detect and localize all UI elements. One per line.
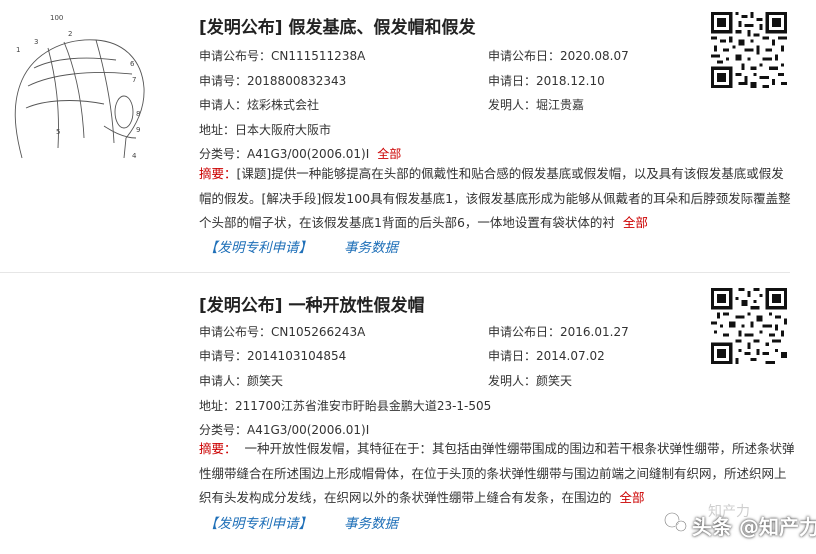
affairs-data-link[interactable]: 事务数据 [344, 240, 398, 256]
abstract: 摘要：[课题]提供一种能够提高在头部的佩戴性和贴合感的假发基底或假发帽，以及具有… [199, 162, 795, 236]
app-no-value: 2018800832343 [247, 74, 347, 88]
app-date-value: 2014.07.02 [536, 349, 605, 363]
record-links: 【发明专利申请】 事务数据 [204, 512, 398, 532]
app-date-label: 申请日： [488, 74, 537, 88]
class-field: 分类号：A41G3/00(2006.01)I 全部 [199, 145, 401, 162]
pub-date-value: 2016.01.27 [560, 325, 629, 339]
figure-label: 4 [132, 152, 137, 160]
record-divider [0, 272, 790, 273]
qr-code-icon [711, 12, 787, 88]
app-no-value: 2014103104854 [247, 349, 347, 363]
address-label: 地址： [199, 123, 236, 137]
class-label: 分类号： [199, 423, 248, 437]
patent-record: 100 1 3 2 6 7 8 9 5 4 [发明公布] 假发基底、假发帽和假发… [0, 0, 816, 272]
figure-label: 1 [16, 46, 20, 54]
address-field: 地址：211700江苏省淮安市盱眙县金鹏大道23-1-505 [199, 397, 491, 414]
abstract-more-link[interactable]: 全部 [623, 215, 648, 230]
inventor-label: 发明人： [488, 98, 537, 112]
abstract-label: 摘要： [199, 166, 237, 181]
app-date-field: 申请日：2014.07.02 [488, 347, 605, 364]
class-field: 分类号：A41G3/00(2006.01)I [199, 421, 369, 438]
abstract: 摘要： 一种开放性假发帽，其特征在于：其包括由弹性绷带围成的围边和若干根条状弹性… [199, 437, 795, 511]
patent-title[interactable]: [发明公布] 假发基底、假发帽和假发 [199, 13, 475, 38]
applicant-label: 申请人： [199, 98, 248, 112]
patent-drawing-head-icon: 100 1 3 2 6 7 8 9 5 4 [14, 14, 145, 160]
app-date-value: 2018.12.10 [536, 74, 605, 88]
watermark-text: 头条 @知产力 [692, 515, 816, 539]
pub-no-value: CN111511238A [271, 49, 366, 63]
app-no-field: 申请号：2014103104854 [199, 347, 346, 364]
inventor-field: 发明人：颜笑天 [488, 372, 572, 389]
pub-no-value: CN105266243A [271, 325, 366, 339]
abstract-text: 一种开放性假发帽，其特征在于：其包括由弹性绷带围成的围边和若干根条状弹性绷带，所… [199, 441, 795, 505]
inventor-field: 发明人：堀江贵嘉 [488, 96, 584, 113]
pub-no-field: 申请公布号：CN111511238A [199, 47, 365, 64]
abstract-more-link[interactable]: 全部 [619, 490, 644, 505]
class-value: A41G3/00(2006.01)I [247, 147, 370, 161]
pub-no-label: 申请公布号： [199, 325, 272, 339]
app-date-label: 申请日： [488, 349, 537, 363]
figure-label: 5 [56, 128, 60, 136]
figure-label: 8 [136, 110, 140, 118]
figure-label: 2 [68, 30, 72, 38]
applicant-field: 申请人：炫彩株式会社 [199, 96, 319, 113]
figure-label: 6 [130, 60, 135, 68]
class-label: 分类号： [199, 147, 248, 161]
inventor-value: 堀江贵嘉 [536, 98, 585, 112]
app-no-field: 申请号：2018800832343 [199, 72, 346, 89]
figure-label: 7 [132, 76, 136, 84]
inventor-label: 发明人： [488, 374, 537, 388]
figure-label: 100 [50, 14, 63, 22]
address-field: 地址：日本大阪府大阪市 [199, 121, 331, 138]
address-value: 日本大阪府大阪市 [235, 123, 332, 137]
applicant-value: 炫彩株式会社 [247, 98, 320, 112]
inventor-value: 颜笑天 [536, 374, 573, 388]
affairs-data-link[interactable]: 事务数据 [344, 516, 398, 532]
applicant-value: 颜笑天 [247, 374, 284, 388]
class-value: A41G3/00(2006.01)I [247, 423, 370, 437]
figure-label: 3 [34, 38, 38, 46]
pub-no-field: 申请公布号：CN105266243A [199, 323, 365, 340]
applicant-label: 申请人： [199, 374, 248, 388]
abstract-label: 摘要： [199, 441, 237, 456]
address-label: 地址： [199, 399, 236, 413]
app-no-label: 申请号： [199, 74, 248, 88]
pub-date-field: 申请公布日：2016.01.27 [488, 323, 629, 340]
figure-label: 9 [136, 126, 140, 134]
patent-application-link[interactable]: 【发明专利申请】 [204, 240, 312, 256]
pub-date-label: 申请公布日： [488, 49, 561, 63]
watermark: 知产力 头条 @知产力 [660, 504, 816, 549]
pub-date-field: 申请公布日：2020.08.07 [488, 47, 629, 64]
app-no-label: 申请号： [199, 349, 248, 363]
chat-bubble-icon [664, 512, 687, 532]
pub-no-label: 申请公布号： [199, 49, 272, 63]
patent-application-link[interactable]: 【发明专利申请】 [204, 516, 312, 532]
class-more-link[interactable]: 全部 [377, 147, 401, 161]
pub-date-label: 申请公布日： [488, 325, 561, 339]
address-value: 211700江苏省淮安市盱眙县金鹏大道23-1-505 [235, 399, 492, 413]
pub-date-value: 2020.08.07 [560, 49, 629, 63]
record-links: 【发明专利申请】 事务数据 [204, 236, 398, 256]
applicant-field: 申请人：颜笑天 [199, 372, 283, 389]
abstract-text: [课题]提供一种能够提高在头部的佩戴性和贴合感的假发基底或假发帽，以及具有该假发… [199, 166, 791, 230]
qr-code-icon [711, 288, 787, 364]
app-date-field: 申请日：2018.12.10 [488, 72, 605, 89]
patent-title[interactable]: [发明公布] 一种开放性假发帽 [199, 291, 424, 316]
